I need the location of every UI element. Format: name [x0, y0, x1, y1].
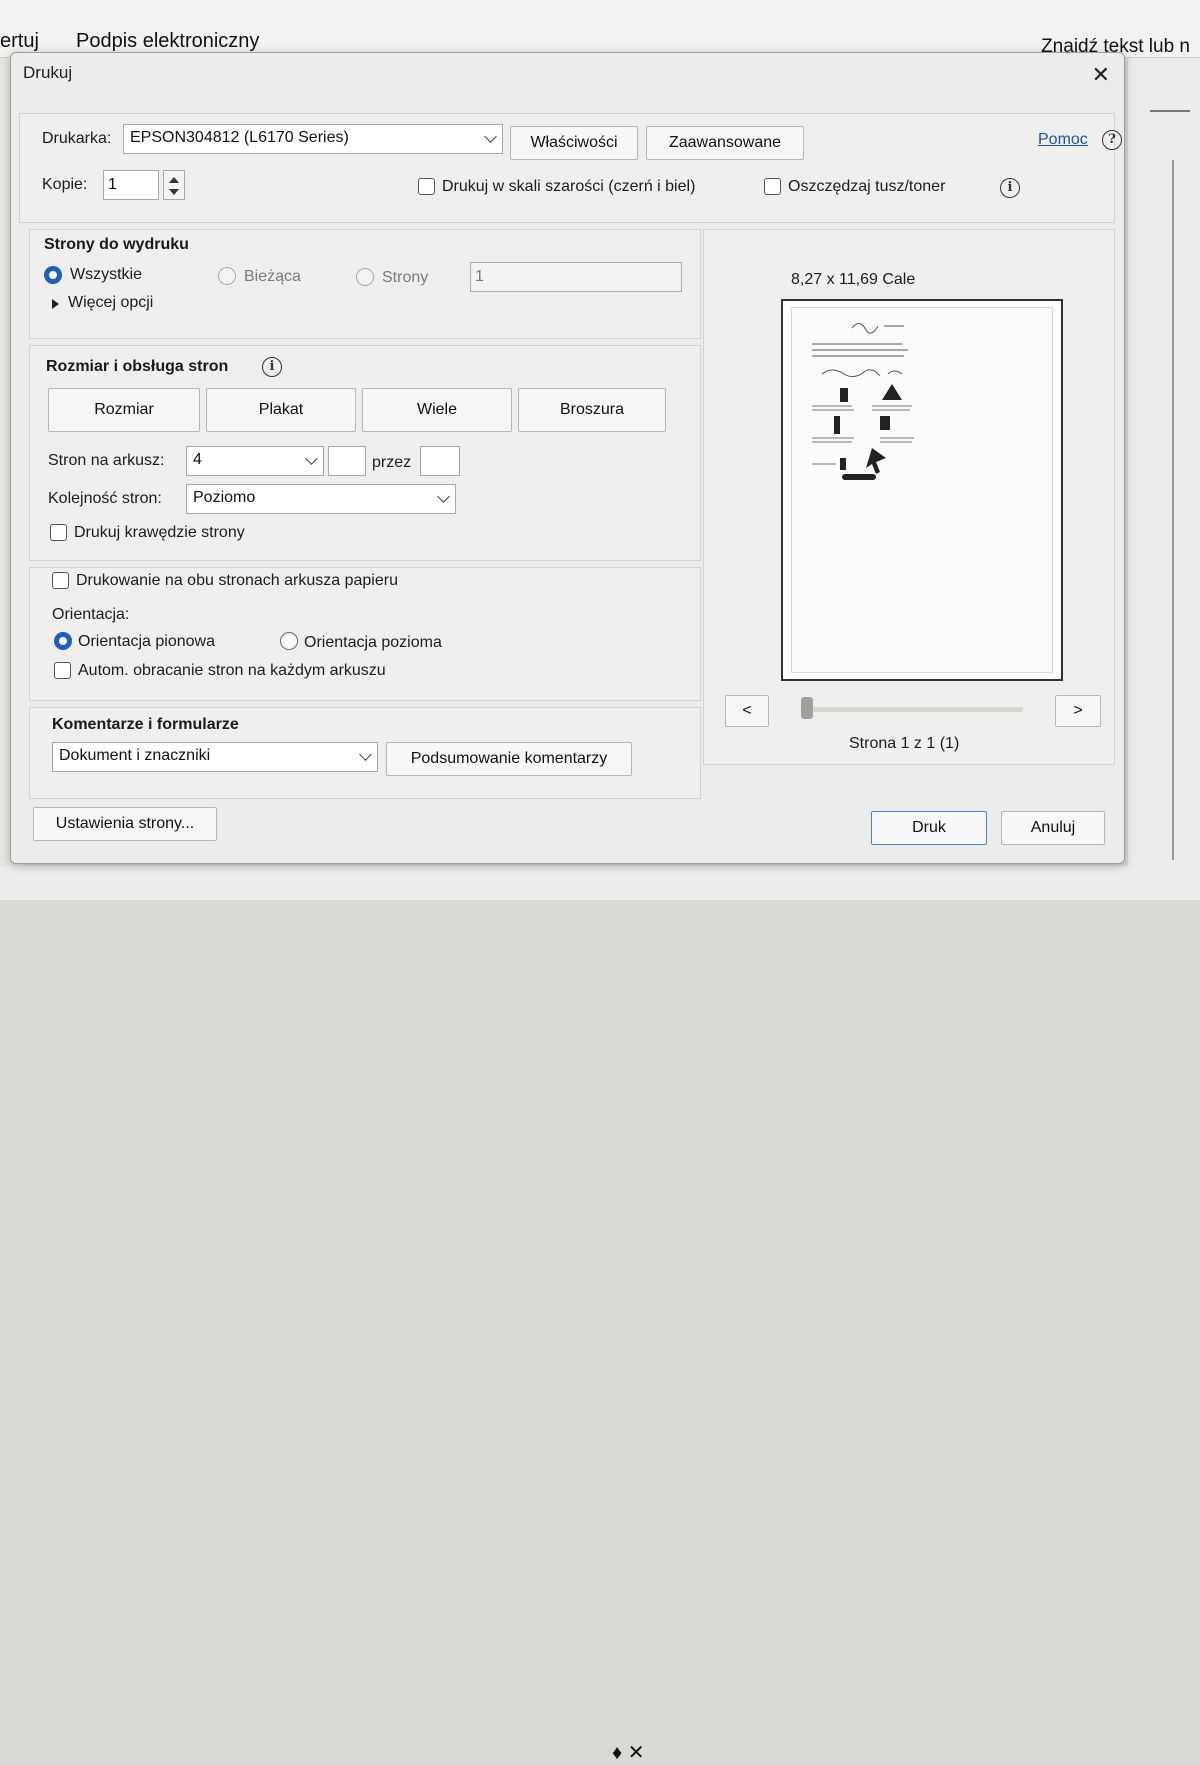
paper-size-text: 8,27 x 11,69 Cale: [791, 271, 916, 288]
info-icon[interactable]: i: [1000, 178, 1020, 198]
print-dialog: Drukuj ✕ Drukarka: EPSON304812 (L6170 Se…: [10, 52, 1125, 864]
spin-down-icon[interactable]: [169, 189, 179, 195]
preview-document-graphic: [812, 323, 914, 480]
print-preview: [781, 299, 1063, 681]
info-icon[interactable]: i: [262, 357, 282, 377]
save-ink-checkbox[interactable]: [764, 178, 781, 195]
page-order-value: Poziomo: [193, 489, 256, 506]
printer-label: Drukarka:: [42, 130, 112, 147]
background-bottom-bar: ♦ ✕: [0, 866, 1200, 1764]
chevron-down-icon: [305, 452, 318, 465]
comments-section-title: Komentarze i formularze: [52, 716, 239, 733]
duplex-label: Drukowanie na obu stronach arkusza papie…: [76, 572, 398, 589]
print-button[interactable]: Druk: [871, 811, 987, 845]
page-order-label: Kolejność stron:: [48, 490, 162, 507]
pages-per-sheet-value: 4: [193, 451, 202, 468]
background-divider: [1150, 110, 1190, 112]
advanced-button[interactable]: Zaawansowane: [646, 126, 804, 160]
chevron-down-icon: [437, 490, 450, 503]
poster-button[interactable]: Plakat: [206, 388, 356, 432]
menu-item-signature[interactable]: Podpis elektroniczny: [76, 30, 259, 53]
multiple-button[interactable]: Wiele: [362, 388, 512, 432]
prev-page-button[interactable]: <: [725, 695, 769, 727]
portrait-label: Orientacja pionowa: [78, 633, 215, 650]
current-page-label: Bieżąca: [244, 268, 301, 285]
close-icon[interactable]: ✕: [1092, 64, 1110, 86]
spin-up-icon[interactable]: [169, 177, 179, 183]
by-label: przez: [372, 454, 412, 471]
landscape-label: Orientacja pozioma: [304, 634, 442, 651]
columns-input[interactable]: [328, 446, 366, 476]
comments-panel: Komentarze i formularze Dokument i znacz…: [29, 707, 701, 799]
menu-item-edit[interactable]: ertuj: [0, 30, 39, 53]
save-ink-label: Oszczędzaj tusz/toner: [788, 178, 946, 195]
grayscale-checkbox[interactable]: [418, 178, 435, 195]
size-button[interactable]: Rozmiar: [48, 388, 200, 432]
radio-landscape[interactable]: [280, 632, 298, 650]
pages-panel: Strony do wydruku Wszystkie Bieżąca Stro…: [29, 229, 701, 339]
expand-arrow-icon[interactable]: [52, 299, 59, 309]
page-setup-button[interactable]: Ustawienia strony...: [33, 807, 217, 841]
pages-per-sheet-label: Stron na arkusz:: [48, 452, 165, 469]
pages-section-title: Strony do wydruku: [44, 236, 189, 253]
auto-rotate-checkbox[interactable]: [54, 662, 71, 679]
help-link[interactable]: Pomoc: [1038, 131, 1088, 149]
properties-button[interactable]: Właściwości: [510, 126, 638, 160]
radio-page-range[interactable]: [356, 268, 374, 286]
all-pages-label: Wszystkie: [70, 266, 142, 283]
print-borders-label: Drukuj krawędzie strony: [74, 524, 245, 541]
radio-current-page[interactable]: [218, 267, 236, 285]
copies-stepper[interactable]: [163, 170, 185, 200]
comments-select[interactable]: Dokument i znaczniki: [52, 742, 378, 772]
cancel-button[interactable]: Anuluj: [1001, 811, 1105, 845]
printer-select-value: EPSON304812 (L6170 Series): [130, 129, 349, 146]
pages-per-sheet-select[interactable]: 4: [186, 446, 324, 476]
next-page-button[interactable]: >: [1055, 695, 1101, 727]
page-range-input[interactable]: 1: [470, 262, 682, 292]
orientation-label: Orientacja:: [52, 606, 130, 623]
booklet-button[interactable]: Broszura: [518, 388, 666, 432]
copies-label: Kopie:: [42, 176, 88, 193]
page-counter-text: Strona 1 z 1 (1): [849, 735, 960, 752]
dialog-title: Drukuj: [23, 63, 73, 82]
orientation-panel: Drukowanie na obu stronach arkusza papie…: [29, 567, 701, 701]
background-right-panel: [1128, 58, 1200, 900]
preview-page-thumbnail: [791, 307, 1053, 673]
sizing-section-title: Rozmiar i obsługa stron: [46, 358, 229, 375]
duplex-checkbox[interactable]: [52, 572, 69, 589]
radio-all-pages[interactable]: [44, 266, 62, 284]
page-slider-thumb[interactable]: [801, 697, 813, 719]
printer-panel: Drukarka: EPSON304812 (L6170 Series) Wła…: [19, 113, 1122, 223]
bottom-tool-icons[interactable]: ♦ ✕: [612, 1740, 645, 1765]
auto-rotate-label: Autom. obracanie stron na każdym arkuszu: [78, 662, 386, 679]
chevron-down-icon: [484, 130, 497, 143]
more-options-link[interactable]: Więcej opcji: [68, 294, 153, 312]
comments-select-value: Dokument i znaczniki: [59, 747, 211, 764]
radio-portrait[interactable]: [54, 632, 72, 650]
copies-input[interactable]: 1: [103, 170, 159, 200]
grayscale-label: Drukuj w skali szarości (czerń i biel): [442, 178, 696, 195]
help-icon[interactable]: ?: [1102, 130, 1122, 150]
page-order-select[interactable]: Poziomo: [186, 484, 456, 514]
page-range-label: Strony: [382, 269, 429, 286]
print-borders-checkbox[interactable]: [50, 524, 67, 541]
page-slider-track[interactable]: [801, 707, 1023, 712]
background-scrollbar: [1172, 160, 1174, 860]
printer-select[interactable]: EPSON304812 (L6170 Series): [123, 124, 503, 154]
chevron-down-icon: [359, 748, 372, 761]
page-sizing-panel: Rozmiar i obsługa stron i Rozmiar Plakat…: [29, 345, 701, 561]
app-toolbar: ertuj Podpis elektroniczny Znajdź tekst …: [0, 0, 1200, 58]
rows-input[interactable]: [420, 446, 460, 476]
comments-summary-button[interactable]: Podsumowanie komentarzy: [386, 742, 632, 776]
